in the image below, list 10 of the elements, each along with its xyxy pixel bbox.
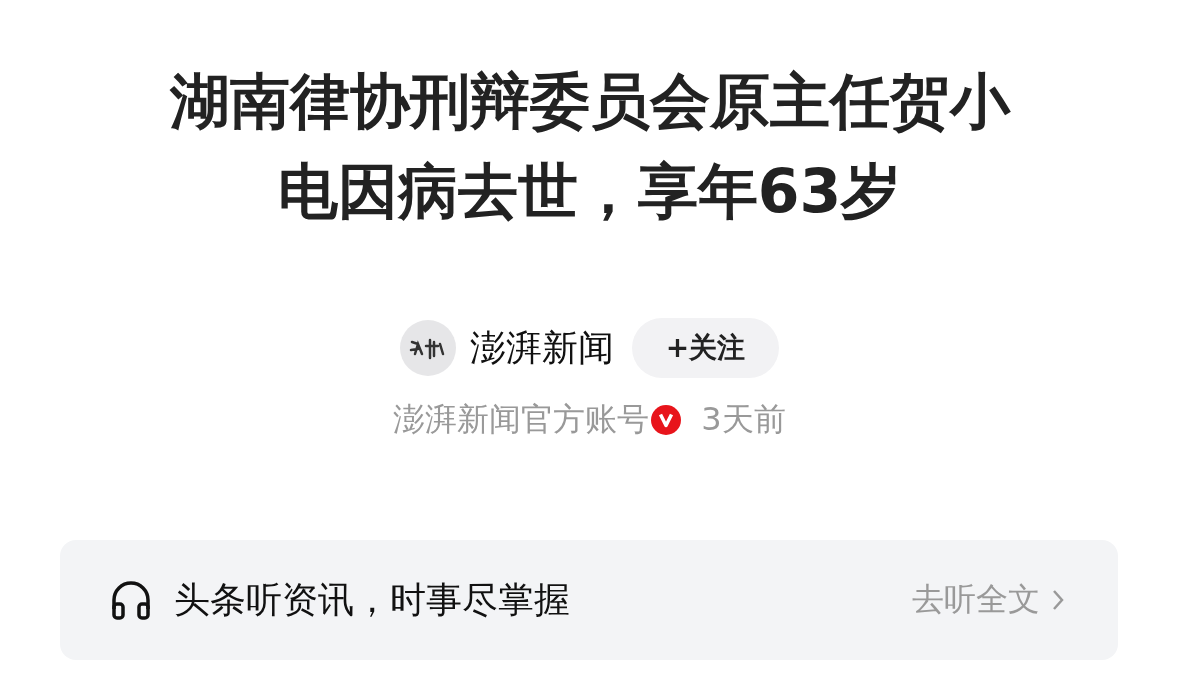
follow-button[interactable]: +关注	[631, 318, 780, 378]
chevron-right-icon	[1052, 589, 1064, 611]
author-description: 澎湃新闻官方账号	[393, 399, 650, 440]
headphones-icon	[110, 579, 152, 621]
article-title: 湖南律协刑辩委员会原主任贺小电因病去世，享年63岁	[168, 65, 1012, 228]
audio-banner[interactable]: 头条听资讯，时事尽掌握 去听全文	[60, 540, 1118, 660]
banner-text: 头条听资讯，时事尽掌握	[174, 577, 571, 622]
author-name[interactable]: 澎湃新闻	[469, 323, 614, 373]
avatar-icon	[399, 320, 456, 376]
publish-time: 3天前	[701, 399, 786, 440]
